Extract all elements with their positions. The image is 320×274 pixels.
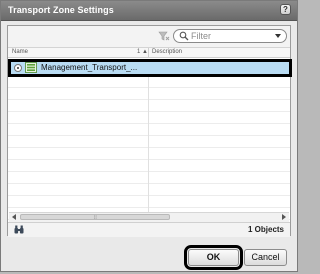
column-header-name[interactable]: Name	[12, 49, 28, 55]
scroll-right-icon[interactable]	[282, 214, 286, 220]
dialog-title: Transport Zone Settings	[8, 5, 114, 15]
transport-zone-icon	[25, 62, 37, 73]
dialog-titlebar: Transport Zone Settings ?	[1, 1, 297, 21]
table-row	[8, 112, 290, 124]
chevron-down-icon[interactable]	[275, 34, 281, 38]
clear-filter-icon[interactable]	[158, 30, 170, 42]
list-toolbar	[8, 26, 290, 47]
table-row	[8, 172, 290, 184]
table-row	[8, 76, 290, 88]
row-name: Management_Transport_...	[41, 63, 138, 72]
column-divider	[148, 59, 149, 229]
help-button[interactable]: ?	[280, 4, 291, 15]
column-resize-handle[interactable]	[148, 48, 149, 57]
transport-zone-settings-dialog: Transport Zone Settings ? Name 1 ▲ Descr…	[0, 0, 298, 272]
row-radio-button[interactable]	[14, 64, 22, 72]
table-row	[8, 160, 290, 172]
grip-icon: ⁞⁞	[94, 215, 97, 221]
table-header: Name 1 ▲ Description	[8, 47, 290, 58]
table-row	[8, 196, 290, 208]
column-sort-indicator[interactable]: 1 ▲	[137, 49, 148, 55]
search-icon	[179, 31, 189, 41]
scrollbar-thumb[interactable]: ⁞⁞	[20, 214, 170, 221]
filter-input[interactable]	[191, 30, 271, 42]
table-row	[8, 88, 290, 100]
filter-search-field[interactable]	[173, 29, 287, 43]
table-row	[8, 100, 290, 112]
table-row-selected[interactable]: Management_Transport_...	[8, 59, 292, 77]
table-row	[8, 136, 290, 148]
table-body	[8, 59, 290, 229]
table-row	[8, 184, 290, 196]
column-header-description[interactable]: Description	[152, 49, 182, 55]
object-count: 1 Objects	[247, 225, 284, 234]
list-footer: 1 Objects	[8, 222, 290, 237]
horizontal-scrollbar[interactable]: ⁞⁞	[9, 212, 289, 222]
ok-button[interactable]: OK	[184, 245, 243, 270]
table-row	[8, 148, 290, 160]
table-row	[8, 124, 290, 136]
scroll-left-icon[interactable]	[12, 214, 16, 220]
cancel-button[interactable]: Cancel	[244, 249, 287, 266]
transport-zone-list-panel: Name 1 ▲ Description	[7, 25, 292, 237]
binoculars-icon[interactable]	[14, 225, 24, 234]
